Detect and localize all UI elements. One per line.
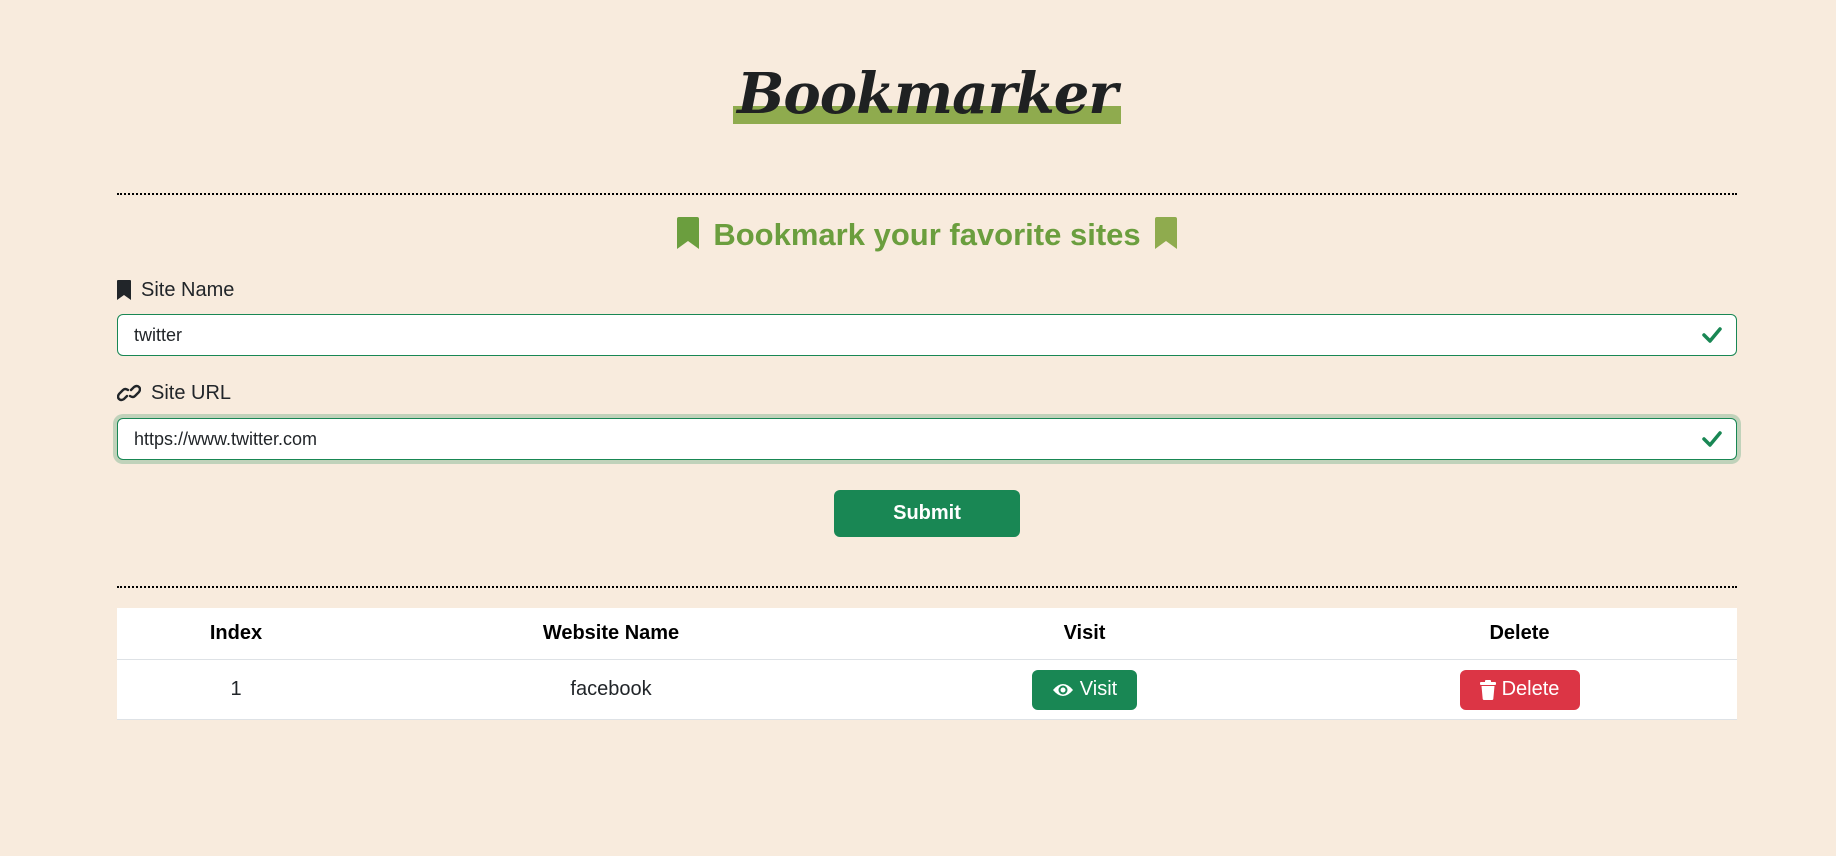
visit-button[interactable]: Visit (1032, 669, 1137, 710)
site-name-input[interactable]: twitter (117, 314, 1737, 356)
site-url-label: Site URL (117, 381, 231, 405)
app-title: Bookmarker (737, 61, 1118, 127)
trash-icon (1479, 679, 1496, 700)
row-website-name: facebook (355, 659, 867, 720)
header-delete: Delete (1302, 608, 1737, 660)
top-divider (117, 193, 1737, 195)
row-delete-cell: Delete (1302, 659, 1737, 720)
eye-icon (1052, 683, 1073, 696)
form-heading: Bookmark your favorite sites (117, 215, 1737, 255)
check-icon (1702, 431, 1722, 447)
table-row: 1 facebook Visit Delete (117, 659, 1737, 720)
site-name-value: twitter (134, 325, 183, 345)
site-url-value: https://www.twitter.com (134, 429, 318, 449)
app-logo: Bookmarker (733, 62, 1121, 126)
form-heading-text: Bookmark your favorite sites (713, 217, 1141, 252)
bookmark-icon (117, 280, 131, 300)
site-name-label-text: Site Name (141, 279, 235, 301)
row-visit-cell: Visit (867, 659, 1302, 720)
header-website-name: Website Name (355, 608, 867, 660)
delete-button[interactable]: Delete (1459, 669, 1580, 710)
site-url-label-text: Site URL (151, 382, 232, 404)
check-icon (1702, 327, 1722, 343)
site-url-input[interactable]: https://www.twitter.com (117, 418, 1737, 460)
header-index: Index (117, 608, 355, 660)
bookmark-icon (1155, 217, 1178, 249)
header-visit: Visit (867, 608, 1302, 660)
bookmark-icon (676, 217, 699, 249)
delete-button-label: Delete (1501, 678, 1560, 700)
visit-button-label: Visit (1079, 678, 1118, 700)
site-name-label: Site Name (117, 278, 234, 302)
table-header-row: Index Website Name Visit Delete (117, 608, 1737, 660)
bookmarks-table: Index Website Name Visit Delete 1 facebo… (117, 608, 1737, 720)
bottom-divider (117, 586, 1737, 588)
link-icon (117, 384, 141, 402)
row-index: 1 (117, 659, 355, 720)
submit-button[interactable]: Submit (834, 490, 1020, 537)
header: Bookmarker (117, 62, 1737, 126)
